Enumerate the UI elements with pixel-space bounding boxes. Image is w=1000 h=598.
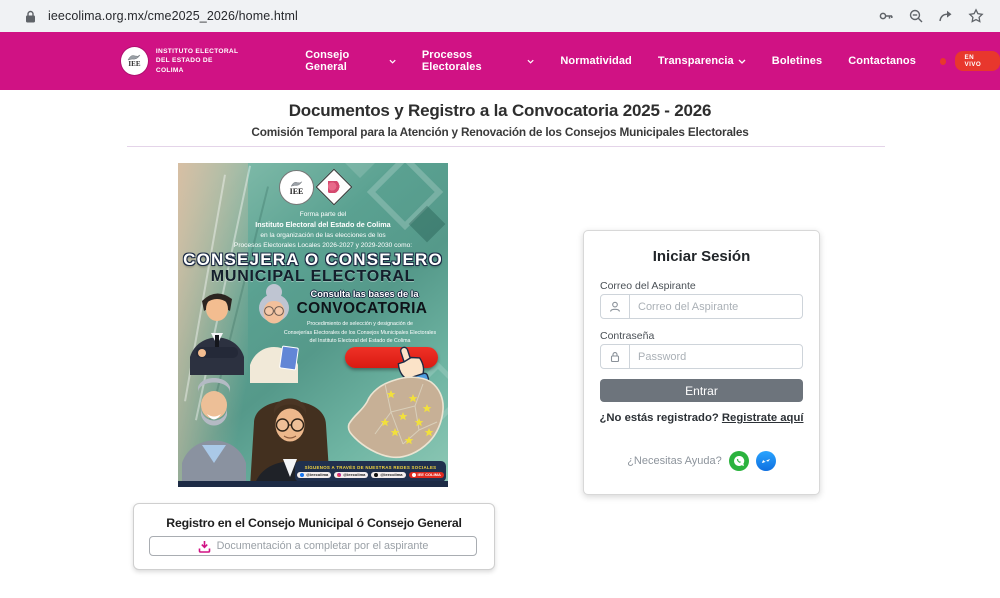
zoom-out-icon[interactable] xyxy=(907,8,924,25)
facebook-icon xyxy=(300,473,304,477)
colima-map-graphic xyxy=(345,372,448,472)
poster-cta-lead: Consulta las bases de la xyxy=(281,289,448,299)
download-icon xyxy=(198,540,211,553)
poster-logo-acronym: IEE xyxy=(290,188,304,196)
poster-cta-title: CONVOCATORIA xyxy=(276,300,448,318)
site-logo[interactable]: IEE INSTITUTO ELECTORAL DEL ESTADO DE CO… xyxy=(121,47,239,76)
main-navbar: IEE INSTITUTO ELECTORAL DEL ESTADO DE CO… xyxy=(0,32,1000,90)
youtube-icon xyxy=(412,473,416,477)
poster-intro: Forma parte del Instituto Electoral del … xyxy=(212,210,434,250)
poster-iee-logo-icon: IEE xyxy=(279,170,314,205)
poster-intro-line1: Forma parte del xyxy=(212,210,434,220)
page-title: Documentos y Registro a la Convocatoria … xyxy=(0,101,1000,121)
divider xyxy=(127,146,885,147)
email-field-group xyxy=(600,294,803,319)
iee-logo-icon: IEE xyxy=(121,47,148,75)
poster-cta-detail2: Consejerías Electorales de los Consejos … xyxy=(272,329,448,338)
email-label: Correo del Aspirante xyxy=(600,280,696,292)
live-badge[interactable]: EN VIVO xyxy=(955,51,1000,71)
poster-cta-detail1: Procedimiento de selección y designación… xyxy=(272,320,448,329)
password-field[interactable] xyxy=(630,345,802,368)
nav-item-transparencia[interactable]: Transparencia xyxy=(658,55,746,67)
poster-social-banner: SÍGUENOS A TRAVÉS DE NUESTRAS REDES SOCI… xyxy=(305,465,437,470)
chevron-down-icon xyxy=(527,59,534,64)
poster-intro-line4: Procesos Electorales Locales 2026-2027 y… xyxy=(212,241,434,251)
chevron-down-icon xyxy=(389,59,396,64)
poster-bottom-strip xyxy=(178,481,448,487)
browser-address-bar[interactable]: ieecolima.org.mx/cme2025_2026/home.html xyxy=(0,0,1000,32)
documentation-button-label: Documentación a completar por el aspiran… xyxy=(217,540,429,552)
password-label: Contraseña xyxy=(600,330,654,342)
poster-cta-details: Procedimiento de selección y designación… xyxy=(272,320,448,346)
messenger-icon[interactable] xyxy=(756,451,776,471)
instagram-handle: @ieecolima xyxy=(334,472,368,478)
org-name-line2: DEL ESTADO DE COLIMA xyxy=(156,56,239,75)
x-icon xyxy=(374,473,378,477)
key-icon[interactable] xyxy=(877,8,894,25)
register-link[interactable]: Registrate aquí xyxy=(722,412,804,424)
documentation-button[interactable]: Documentación a completar por el aspiran… xyxy=(149,536,477,556)
password-lock-icon xyxy=(601,345,630,368)
x-handle: @ieecolima xyxy=(371,472,405,478)
nav-item-procesos-electorales[interactable]: Procesos Electorales xyxy=(422,49,535,73)
nav-item-boletines[interactable]: Boletines xyxy=(772,55,822,67)
poster-intro-line2: Instituto Electoral del Estado de Colima xyxy=(212,220,434,231)
whatsapp-icon[interactable] xyxy=(729,451,749,471)
live-dot-icon xyxy=(940,58,947,65)
poster-social-bar: SÍGUENOS A TRAVÉS DE NUESTRAS REDES SOCI… xyxy=(295,461,446,482)
login-submit-button[interactable]: Entrar xyxy=(600,379,803,402)
page: ieecolima.org.mx/cme2025_2026/home.html … xyxy=(0,0,1000,598)
email-field[interactable] xyxy=(630,295,802,318)
lock-icon xyxy=(22,8,39,25)
register-question: ¿No estás registrado? xyxy=(599,412,718,424)
poster-headline-line1: CONSEJERA O CONSEJERO xyxy=(178,250,448,270)
url-text[interactable]: ieecolima.org.mx/cme2025_2026/home.html xyxy=(48,9,298,23)
user-icon xyxy=(601,295,630,318)
login-card: Iniciar Sesión Correo del Aspirante Cont… xyxy=(583,230,820,495)
nav-item-normatividad[interactable]: Normatividad xyxy=(560,55,632,67)
instagram-icon xyxy=(337,473,341,477)
password-field-group xyxy=(600,344,803,369)
poster-intro-line3: en la organización de las elecciones de … xyxy=(212,231,434,241)
nav-links: Consejo General Procesos Electorales Nor… xyxy=(305,49,916,73)
login-title: Iniciar Sesión xyxy=(584,248,819,265)
convocatoria-poster: IEE Forma parte del Instituto Electoral … xyxy=(178,163,448,487)
facebook-handle: @ieecolima xyxy=(297,472,331,478)
register-row: ¿No estás registrado? Registrate aquí xyxy=(584,412,819,424)
poster-crest-icon xyxy=(316,169,353,206)
registration-title: Registro en el Consejo Municipal ó Conse… xyxy=(134,516,494,530)
org-name-line1: INSTITUTO ELECTORAL xyxy=(156,47,239,57)
youtube-handle: IEE COLIMA xyxy=(409,472,444,478)
nav-item-contactanos[interactable]: Contactanos xyxy=(848,55,916,67)
help-text: ¿Necesitas Ayuda? xyxy=(627,455,722,467)
page-subtitle: Comisión Temporal para la Atención y Ren… xyxy=(0,125,1000,139)
registration-card: Registro en el Consejo Municipal ó Conse… xyxy=(133,503,495,570)
nav-item-consejo-general[interactable]: Consejo General xyxy=(305,49,396,73)
share-icon[interactable] xyxy=(937,8,954,25)
bookmark-star-icon[interactable] xyxy=(967,8,984,25)
chevron-down-icon xyxy=(738,59,746,64)
logo-acronym: IEE xyxy=(128,61,140,68)
